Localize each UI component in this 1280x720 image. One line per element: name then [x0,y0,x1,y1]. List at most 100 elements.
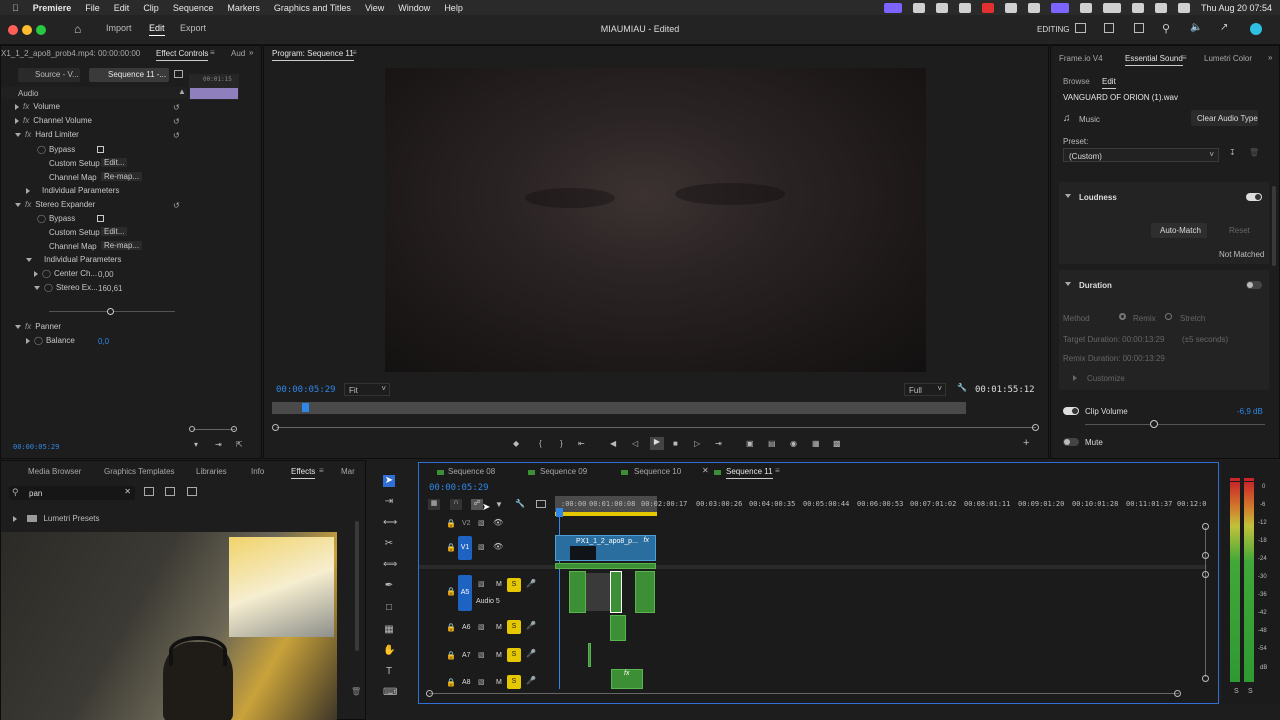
effect-hard-limiter[interactable]: fx Hard Limiter [15,130,79,139]
remap-button[interactable]: Re-map... [101,241,143,250]
subtab-browse[interactable]: Browse [1063,77,1090,86]
remix-tool-icon[interactable]: ▦ [383,624,395,636]
stop-icon[interactable]: ■ [673,439,678,448]
battery-icon[interactable] [1102,2,1121,13]
menu-markers[interactable]: Markers [227,3,260,13]
h-scroll-handle-left[interactable] [426,690,433,697]
audio-clip-a7[interactable] [588,643,591,667]
tab-media-browser[interactable]: Media Browser [28,467,81,476]
source-button[interactable]: Source - V... [18,68,80,82]
collapse-icon[interactable] [34,285,40,290]
wrench-icon[interactable]: 🔧 [957,383,967,392]
delete-icon[interactable]: 🗑 [351,687,361,696]
play-icon[interactable]: ▷ [694,439,700,448]
a8-solo-button[interactable]: S [507,675,521,689]
creative-cloud-icon[interactable] [1250,23,1262,35]
discord-icon[interactable] [958,2,971,13]
stereo-ex-slider-handle[interactable] [107,308,114,315]
stopwatch-icon[interactable]: ◯ [42,269,51,278]
apple-icon[interactable]:  [12,3,19,13]
program-playhead[interactable] [302,403,309,412]
collapse-icon[interactable] [15,132,21,137]
panel-layout-icon[interactable] [1075,23,1086,33]
program-monitor-title[interactable]: Program: Sequence 11 [272,49,354,61]
step-back-icon[interactable]: ◀ [610,439,616,448]
a5-lock-icon[interactable]: 🔒 [446,587,456,596]
program-zoom-bar[interactable] [276,427,1036,428]
collapse-icon[interactable] [15,202,21,207]
spotlight-icon[interactable] [1154,2,1167,13]
play-around-icon[interactable]: ▶ [650,437,664,450]
captions-icon[interactable] [536,500,546,508]
slip-tool-icon[interactable]: ⟺ [383,559,397,571]
v2-label[interactable]: V2 [462,520,471,527]
tab-sequence-11[interactable]: Sequence 11 [726,467,773,479]
snap-icon[interactable]: ∩ [450,499,462,510]
tab-sequence-08[interactable]: Sequence 08 [448,467,495,476]
menu-help[interactable]: Help [444,3,463,13]
balance-value[interactable]: 0,0 [98,337,109,346]
solo-right-button[interactable]: S [1248,688,1253,695]
v2-eye-icon[interactable]: 👁 [493,518,503,527]
tab-effects[interactable]: Effects [291,467,316,479]
fullscreen-icon[interactable]: ↗ [1220,22,1228,33]
v2-sync-icon[interactable]: ▧ [478,519,485,527]
zoom-handle-right[interactable] [1032,424,1039,431]
a6-sync-icon[interactable]: ▧ [478,623,485,631]
a6-label[interactable]: A6 [462,624,471,631]
oz-icon[interactable] [1079,2,1092,13]
track-select-tool-icon[interactable]: ⇥ [383,496,395,508]
time-ruler[interactable]: :00:00 00:01:00:08 00:02:00:17 00:03:00:… [555,496,1207,518]
expand-icon[interactable] [15,103,19,110]
wifi-icon[interactable] [1131,2,1144,13]
effects-search-field[interactable]: ⚲ pan ✕ [9,486,135,500]
quick-export-icon[interactable] [1104,23,1114,33]
32bit-effects-icon[interactable] [165,487,175,496]
timeline-v-scroll[interactable] [1205,527,1206,677]
stopwatch-icon[interactable]: ◯ [37,214,46,223]
add-button-icon[interactable]: + [1023,437,1029,449]
v-scroll-handle-top[interactable] [1202,523,1209,530]
bypass-checkbox[interactable] [97,146,104,153]
selection-tool-icon[interactable]: ➤ [383,475,395,487]
a7-label[interactable]: A7 [462,652,471,659]
clear-search-icon[interactable]: ✕ [124,487,131,496]
tab-essential-sound[interactable]: Essential Sound [1125,54,1183,66]
fx-icon[interactable]: fx [25,322,31,331]
subtab-edit[interactable]: Edit [1102,77,1116,89]
center-ch-value[interactable]: 0,00 [98,270,114,279]
stopwatch-icon[interactable]: ◯ [44,283,53,292]
stopwatch-icon[interactable]: ◯ [34,336,43,345]
v2-lock-icon[interactable]: 🔒 [446,519,456,528]
tab-libraries[interactable]: Libraries [196,467,227,476]
fx-badge[interactable]: fx [644,537,649,544]
add-marker-icon[interactable]: ▼ [495,500,503,509]
expand-icon[interactable] [26,187,30,194]
fx-icon[interactable]: fx [23,116,29,125]
reset-channel-volume-icon[interactable]: ↺ [173,117,180,126]
mute-toggle[interactable] [1063,438,1079,446]
a6-lock-icon[interactable]: 🔒 [446,623,456,632]
expand-icon[interactable] [26,337,30,344]
loudness-toggle[interactable] [1246,193,1262,201]
fx-badge[interactable]: fx [624,670,629,677]
workspace-label[interactable]: EDITING [1037,25,1069,34]
effect-stereo-expander[interactable]: fx Stereo Expander [15,200,95,209]
effect-channel-volume[interactable]: fx Channel Volume [15,116,92,125]
notification-icon[interactable] [981,2,994,13]
panel-menu-icon[interactable]: ≡ [210,48,215,57]
delete-preset-icon[interactable]: 🗑 [1249,148,1259,157]
tab-audio[interactable]: Aud [231,49,245,58]
expand-icon[interactable] [1073,373,1081,382]
effect-volume[interactable]: fx Volume [15,102,60,111]
fx-icon[interactable]: fx [25,200,31,209]
program-timecode[interactable]: 00:00:05:29 [276,385,336,395]
collapse-icon[interactable] [1065,279,1075,288]
stopwatch-icon[interactable]: ◯ [37,145,46,154]
panel-menu-icon[interactable]: ≡ [352,48,357,57]
auto-match-button[interactable]: Auto-Match [1151,223,1207,238]
menu-sequence[interactable]: Sequence [173,3,214,13]
sequence-button[interactable]: Sequence 11 -... [89,68,169,82]
remix-radio[interactable] [1119,313,1126,320]
go-to-in-icon[interactable]: ⇤ [578,439,585,448]
